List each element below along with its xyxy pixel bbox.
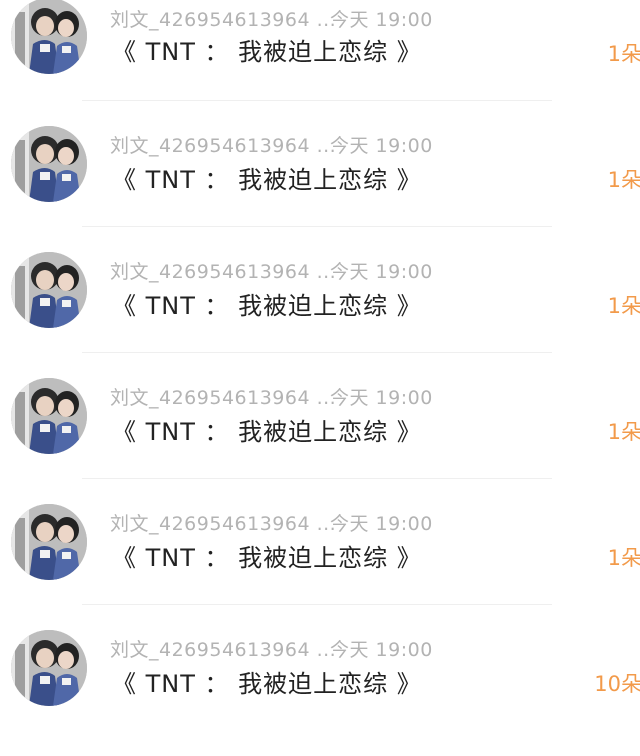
- divider: [82, 100, 552, 101]
- sender-name: 刘文_426954613964 ...: [110, 387, 337, 409]
- message-list: 刘文_426954613964 ... 今天 19:00 《 TNT ： 我被迫…: [0, 0, 640, 729]
- divider: [82, 226, 552, 227]
- list-item[interactable]: 刘文_426954613964 ... 今天 19:00 《 TNT ： 我被迫…: [0, 0, 640, 126]
- sender-name: 刘文_426954613964 ...: [110, 261, 337, 283]
- avatar-photo-icon: [11, 252, 87, 328]
- avatar[interactable]: [11, 378, 87, 454]
- flower-count: 1朵: [607, 42, 640, 66]
- timestamp: 今天 19:00: [330, 135, 433, 157]
- avatar-photo-icon: [11, 378, 87, 454]
- list-item[interactable]: 刘文_426954613964 ... 今天 19:00 《 TNT ： 我被迫…: [0, 126, 640, 252]
- timestamp: 今天 19:00: [330, 387, 433, 409]
- list-item[interactable]: 刘文_426954613964 ... 今天 19:00 《 TNT ： 我被迫…: [0, 504, 640, 630]
- list-item[interactable]: 刘文_426954613964 ... 今天 19:00 《 TNT ： 我被迫…: [0, 630, 640, 756]
- sender-name: 刘文_426954613964 ...: [110, 9, 337, 31]
- avatar[interactable]: [11, 504, 87, 580]
- flower-count: 1朵: [607, 168, 640, 192]
- message-text: 《 TNT ： 我被迫上恋综 》: [112, 166, 422, 194]
- sender-name: 刘文_426954613964 ...: [110, 639, 337, 661]
- avatar-photo-icon: [11, 630, 87, 706]
- flower-count: 10朵: [594, 672, 640, 696]
- avatar[interactable]: [11, 252, 87, 328]
- avatar[interactable]: [11, 0, 87, 74]
- message-text: 《 TNT ： 我被迫上恋综 》: [112, 670, 422, 698]
- flower-count: 1朵: [607, 420, 640, 444]
- divider: [82, 478, 552, 479]
- sender-name: 刘文_426954613964 ...: [110, 135, 337, 157]
- timestamp: 今天 19:00: [330, 261, 433, 283]
- flower-count: 1朵: [607, 546, 640, 570]
- message-text: 《 TNT ： 我被迫上恋综 》: [112, 38, 422, 66]
- sender-name: 刘文_426954613964 ...: [110, 513, 337, 535]
- avatar[interactable]: [11, 630, 87, 706]
- timestamp: 今天 19:00: [330, 513, 433, 535]
- message-text: 《 TNT ： 我被迫上恋综 》: [112, 292, 422, 320]
- list-item[interactable]: 刘文_426954613964 ... 今天 19:00 《 TNT ： 我被迫…: [0, 378, 640, 504]
- avatar[interactable]: [11, 126, 87, 202]
- flower-count: 1朵: [607, 294, 640, 318]
- list-item[interactable]: 刘文_426954613964 ... 今天 19:00 《 TNT ： 我被迫…: [0, 252, 640, 378]
- timestamp: 今天 19:00: [330, 9, 433, 31]
- avatar-photo-icon: [11, 126, 87, 202]
- message-text: 《 TNT ： 我被迫上恋综 》: [112, 544, 422, 572]
- divider: [82, 604, 552, 605]
- avatar-photo-icon: [11, 504, 87, 580]
- divider: [82, 352, 552, 353]
- timestamp: 今天 19:00: [330, 639, 433, 661]
- avatar-photo-icon: [11, 0, 87, 74]
- message-text: 《 TNT ： 我被迫上恋综 》: [112, 418, 422, 446]
